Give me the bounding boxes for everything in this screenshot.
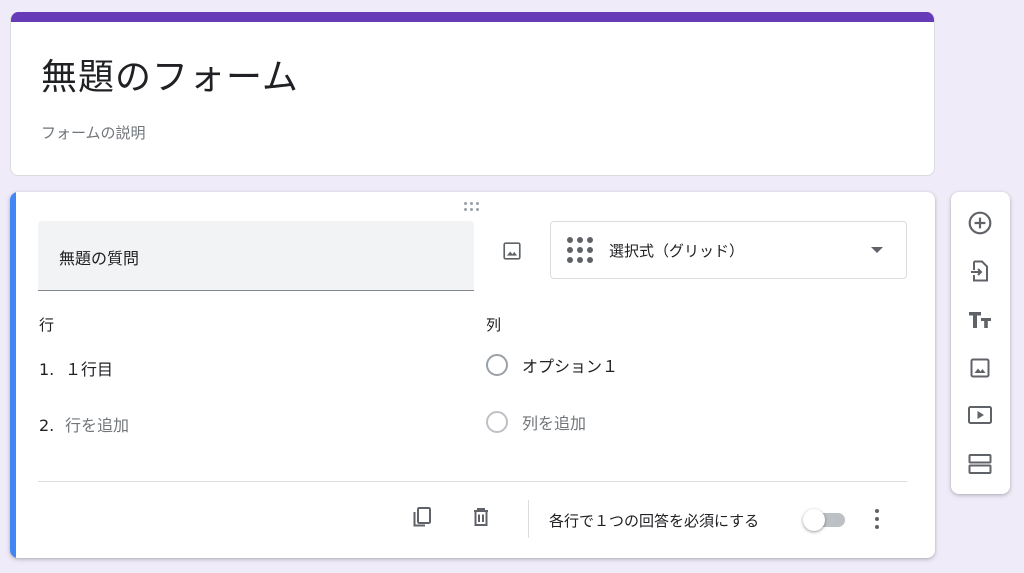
question-type-dropdown[interactable]: 選択式（グリッド） bbox=[550, 221, 907, 279]
delete-button[interactable] bbox=[467, 503, 495, 531]
add-question-button[interactable] bbox=[966, 209, 994, 237]
chevron-down-icon bbox=[871, 247, 883, 253]
form-title-card: 無題のフォーム フォームの説明 bbox=[10, 12, 935, 176]
import-questions-button[interactable] bbox=[966, 257, 994, 285]
radio-circle-icon bbox=[486, 354, 508, 376]
question-card: 無題の質問 選択式（グリッド） 行 列 1. １行目 2. 行を追加 オプション１ … bbox=[10, 192, 935, 558]
footer-separator bbox=[528, 500, 529, 538]
required-toggle-label: 各行で１つの回答を必須にする bbox=[549, 512, 760, 530]
add-video-button[interactable] bbox=[966, 401, 994, 429]
form-header-bar bbox=[11, 12, 934, 22]
rows-header: 行 bbox=[39, 316, 55, 334]
more-vert-icon[interactable] bbox=[866, 505, 888, 533]
add-image-icon bbox=[970, 358, 990, 378]
active-card-indicator bbox=[10, 192, 16, 558]
grid-column[interactable]: オプション１ bbox=[486, 353, 618, 377]
columns-header: 列 bbox=[486, 316, 502, 334]
question-title-input[interactable]: 無題の質問 bbox=[38, 221, 474, 291]
copy-icon bbox=[413, 507, 431, 527]
add-column[interactable]: 列を追加 bbox=[486, 410, 586, 434]
radio-circle-icon bbox=[486, 411, 508, 433]
import-question-icon bbox=[971, 260, 988, 282]
add-image-button[interactable] bbox=[498, 237, 526, 265]
grid-row[interactable]: 1. １行目 bbox=[39, 356, 113, 380]
section-icon bbox=[968, 454, 992, 474]
footer-divider bbox=[38, 481, 907, 482]
side-toolbar bbox=[951, 192, 1010, 494]
column-label: オプション１ bbox=[522, 357, 619, 376]
row-label: １行目 bbox=[65, 360, 114, 379]
row-number: 1. bbox=[39, 360, 55, 379]
add-circle-icon bbox=[968, 211, 992, 235]
add-row[interactable]: 2. 行を追加 bbox=[39, 412, 129, 436]
add-row-label: 行を追加 bbox=[65, 416, 130, 435]
add-title-button[interactable] bbox=[966, 306, 994, 334]
question-type-label: 選択式（グリッド） bbox=[609, 242, 745, 260]
add-column-label: 列を追加 bbox=[522, 414, 587, 433]
duplicate-button[interactable] bbox=[408, 503, 436, 531]
delete-icon bbox=[474, 508, 488, 526]
required-toggle[interactable] bbox=[803, 508, 847, 532]
add-section-button[interactable] bbox=[966, 450, 994, 478]
form-title[interactable]: 無題のフォーム bbox=[41, 48, 299, 100]
form-description[interactable]: フォームの説明 bbox=[41, 122, 146, 143]
question-title: 無題の質問 bbox=[59, 249, 140, 268]
video-icon bbox=[968, 406, 992, 424]
drag-handle-icon[interactable] bbox=[464, 202, 482, 212]
grid-dots-icon bbox=[567, 237, 595, 265]
title-text-icon bbox=[969, 312, 991, 328]
toggle-thumb bbox=[803, 509, 825, 531]
add-image-toolbar-button[interactable] bbox=[966, 354, 994, 382]
row-number: 2. bbox=[39, 416, 55, 435]
image-icon bbox=[503, 242, 521, 260]
